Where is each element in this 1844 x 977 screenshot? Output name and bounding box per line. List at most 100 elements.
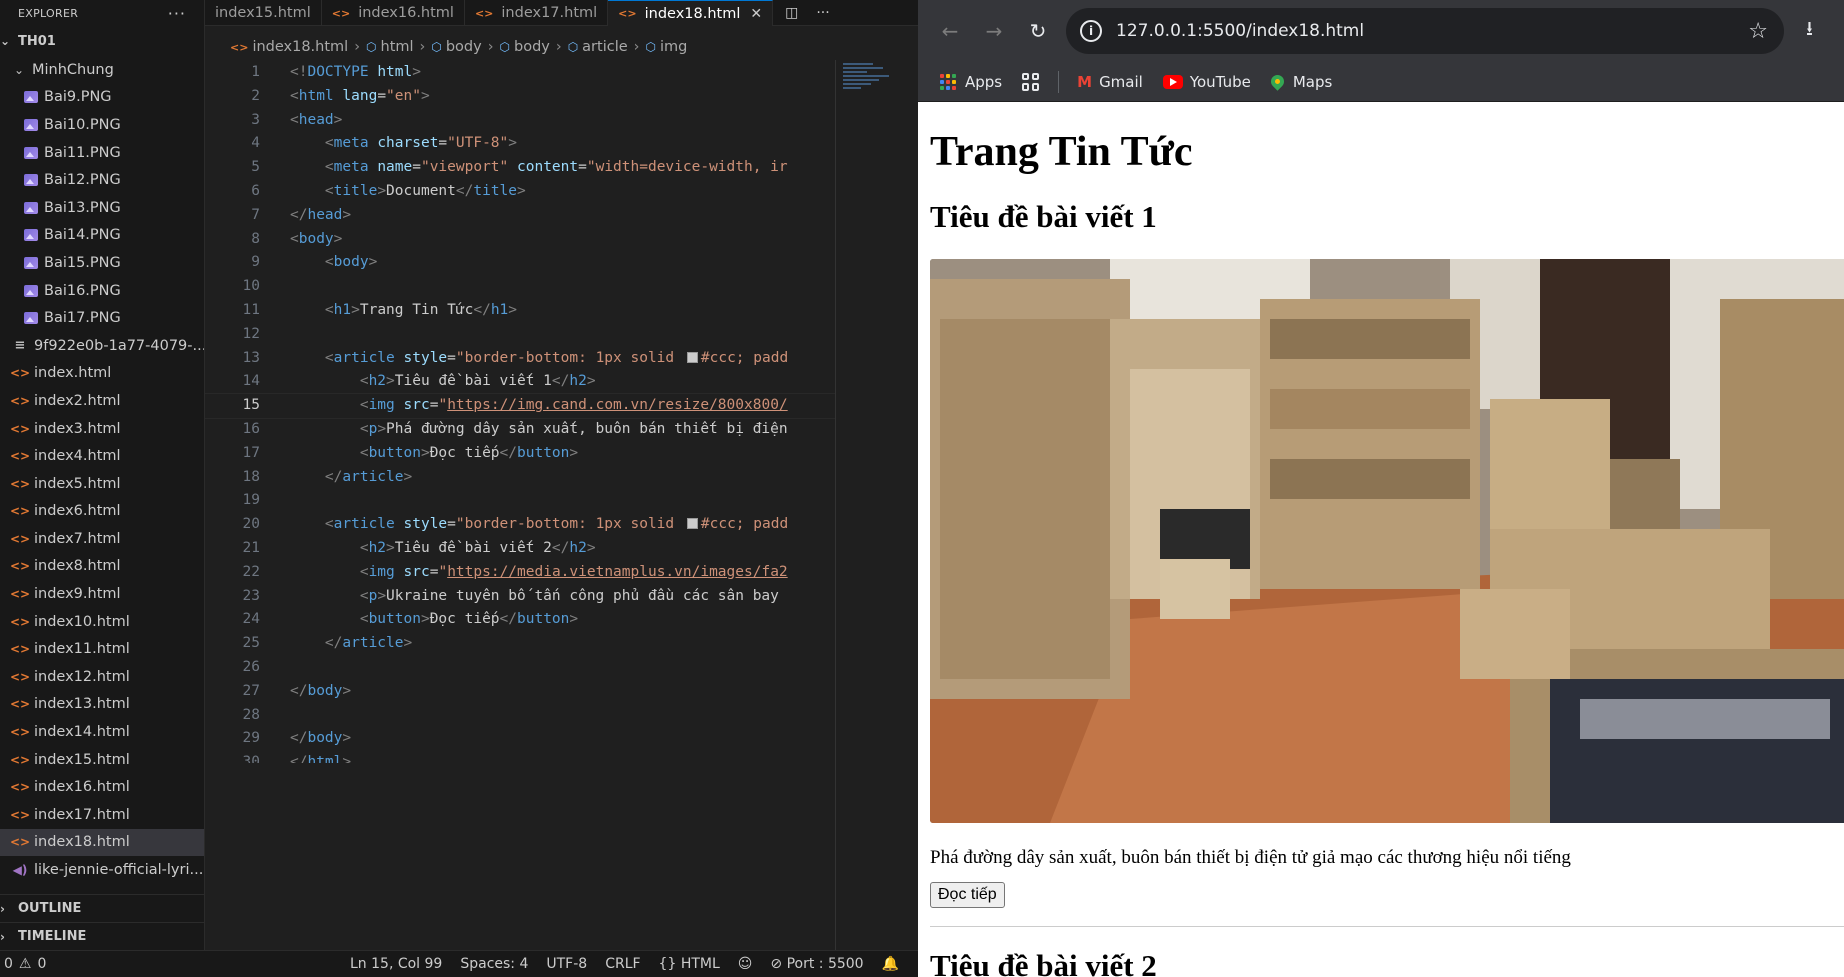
- file-item[interactable]: Bai13.PNG: [0, 194, 204, 222]
- file-item[interactable]: Bai16.PNG: [0, 277, 204, 305]
- code-line[interactable]: 28: [205, 704, 835, 728]
- language-mode[interactable]: {} HTML: [659, 956, 720, 972]
- file-item[interactable]: <> index.html: [0, 360, 204, 388]
- code-line[interactable]: 17 <button>Đọc tiếp</button>: [205, 442, 835, 466]
- reload-icon[interactable]: ↻: [1020, 13, 1056, 49]
- ellipsis-icon[interactable]: ···: [816, 5, 829, 21]
- code-line[interactable]: 27 </body>: [205, 680, 835, 704]
- breadcrumb-item[interactable]: html: [381, 39, 414, 55]
- code-line[interactable]: 29 </body>: [205, 727, 835, 751]
- cursor-position[interactable]: Ln 15, Col 99: [350, 956, 442, 972]
- forward-arrow-icon[interactable]: →: [976, 13, 1012, 49]
- file-item[interactable]: <> index11.html: [0, 635, 204, 663]
- code-line[interactable]: 30 </html>: [205, 751, 835, 763]
- code-line[interactable]: 16 <p>Phá đường dây sản xuất, buôn bán t…: [205, 418, 835, 442]
- site-info-icon[interactable]: i: [1080, 20, 1102, 42]
- file-item[interactable]: <> index2.html: [0, 387, 204, 415]
- file-item[interactable]: <> index18.html: [0, 828, 204, 857]
- split-editor-icon[interactable]: ◫: [785, 5, 798, 21]
- folder-minhchung[interactable]: ⌄ MinhChung: [0, 56, 204, 84]
- code-line[interactable]: 9 <body>: [205, 251, 835, 275]
- workspace-root[interactable]: ⌄ TH01: [0, 26, 204, 56]
- file-item[interactable]: ≡ 9f922e0b-1a77-4079-...: [0, 332, 204, 360]
- file-item[interactable]: Bai10.PNG: [0, 111, 204, 139]
- file-item[interactable]: Bai12.PNG: [0, 166, 204, 194]
- file-item[interactable]: <> index17.html: [0, 801, 204, 829]
- copilot-icon[interactable]: ☺: [738, 956, 753, 972]
- code-line[interactable]: 14 <h2>Tiêu đề bài viết 1</h2>: [205, 370, 835, 394]
- url-text[interactable]: 127.0.0.1:5500/index18.html: [1116, 21, 1364, 41]
- tab-index15[interactable]: index15.html: [205, 0, 322, 26]
- close-icon[interactable]: ✕: [750, 6, 762, 22]
- code-line[interactable]: 19: [205, 489, 835, 513]
- bookmark-gmail[interactable]: M Gmail: [1077, 73, 1143, 91]
- file-item[interactable]: <> index9.html: [0, 580, 204, 608]
- code-line[interactable]: 12: [205, 323, 835, 347]
- article-image-warehouse-boxes[interactable]: [930, 259, 1844, 824]
- file-item[interactable]: <> index14.html: [0, 718, 204, 746]
- code-line[interactable]: 10: [205, 275, 835, 299]
- code-line[interactable]: 23 <p>Ukraine tuyên bố tấn công phủ đầu …: [205, 585, 835, 609]
- tab-index17[interactable]: <> index17.html: [465, 0, 609, 26]
- file-item[interactable]: <> index7.html: [0, 525, 204, 553]
- file-item[interactable]: Bai14.PNG: [0, 222, 204, 250]
- code-line[interactable]: 4 <meta charset="UTF-8">: [205, 132, 835, 156]
- address-bar[interactable]: i 127.0.0.1:5500/index18.html ☆: [1066, 8, 1784, 54]
- file-item[interactable]: <> index13.html: [0, 691, 204, 719]
- outline-panel-header[interactable]: › OUTLINE: [0, 894, 205, 922]
- code-line[interactable]: 15 <img src="https://img.cand.com.vn/res…: [205, 393, 835, 419]
- code-line[interactable]: 5 <meta name="viewport" content="width=d…: [205, 156, 835, 180]
- bookmark-apps[interactable]: Apps: [940, 73, 1002, 91]
- tab-index16[interactable]: <> index16.html: [322, 0, 465, 26]
- file-item[interactable]: <> index15.html: [0, 746, 204, 774]
- file-item[interactable]: <> index8.html: [0, 553, 204, 581]
- ellipsis-icon[interactable]: ···: [168, 4, 186, 23]
- file-item[interactable]: <> index6.html: [0, 498, 204, 526]
- file-item[interactable]: <> index3.html: [0, 415, 204, 443]
- code-line[interactable]: 13 <article style="border-bottom: 1px so…: [205, 347, 835, 371]
- file-item[interactable]: Bai11.PNG: [0, 139, 204, 167]
- tab-index18[interactable]: <> index18.html ✕: [608, 0, 774, 26]
- code-line[interactable]: 24 <button>Đọc tiếp</button>: [205, 608, 835, 632]
- code-line[interactable]: 7 </head>: [205, 204, 835, 228]
- code-line[interactable]: 25 </article>: [205, 632, 835, 656]
- star-icon[interactable]: ☆: [1748, 19, 1768, 44]
- file-item[interactable]: <> index5.html: [0, 470, 204, 498]
- file-item[interactable]: <> index4.html: [0, 442, 204, 470]
- code-line[interactable]: 26: [205, 656, 835, 680]
- code-line[interactable]: 2 <html lang="en">: [205, 85, 835, 109]
- bookmark-maps[interactable]: Maps: [1268, 72, 1332, 91]
- code-line[interactable]: 21 <h2>Tiêu đề bài viết 2</h2>: [205, 537, 835, 561]
- file-item[interactable]: <> index12.html: [0, 663, 204, 691]
- breadcrumb-item[interactable]: body: [514, 39, 550, 55]
- read-more-button[interactable]: Đọc tiếp: [930, 882, 1005, 909]
- code-line[interactable]: 6 <title>Document</title>: [205, 180, 835, 204]
- live-server-port[interactable]: ⊘ Port : 5500: [770, 956, 863, 972]
- timeline-panel-header[interactable]: › TIMELINE: [0, 922, 205, 950]
- encoding[interactable]: UTF-8: [546, 956, 587, 972]
- file-item[interactable]: <> index16.html: [0, 773, 204, 801]
- file-item[interactable]: Bai15.PNG: [0, 249, 204, 277]
- code-line[interactable]: 11 <h1>Trang Tin Tức</h1>: [205, 299, 835, 323]
- file-item[interactable]: Bai17.PNG: [0, 304, 204, 332]
- file-item[interactable]: Bai9.PNG: [0, 84, 204, 112]
- breadcrumb-item[interactable]: index18.html: [252, 39, 348, 55]
- tab-groups-icon[interactable]: [1022, 72, 1040, 91]
- code-line[interactable]: 18 </article>: [205, 466, 835, 490]
- problems-indicator[interactable]: 0 ⚠ 0: [0, 956, 46, 972]
- bell-icon[interactable]: 🔔: [882, 956, 899, 972]
- breadcrumb-item[interactable]: img: [660, 39, 687, 55]
- code-line[interactable]: 1 <!DOCTYPE html>: [205, 61, 835, 85]
- code-line[interactable]: 20 <article style="border-bottom: 1px so…: [205, 513, 835, 537]
- code-editor[interactable]: 1 <!DOCTYPE html> 2 <html lang="en"> 3 <head>…: [205, 61, 835, 763]
- back-arrow-icon[interactable]: ←: [932, 13, 968, 49]
- code-line[interactable]: 22 <img src="https://media.vietnamplus.v…: [205, 561, 835, 585]
- minimap[interactable]: [843, 61, 903, 121]
- download-icon[interactable]: ⭳: [1806, 14, 1813, 48]
- indentation[interactable]: Spaces: 4: [460, 956, 528, 972]
- bookmark-youtube[interactable]: YouTube: [1162, 73, 1251, 91]
- editor-scrollbar[interactable]: [835, 60, 836, 950]
- breadcrumb-item[interactable]: article: [582, 39, 627, 55]
- line-ending[interactable]: CRLF: [605, 956, 640, 972]
- file-item[interactable]: ◀) like-jennie-official-lyri...: [0, 856, 204, 884]
